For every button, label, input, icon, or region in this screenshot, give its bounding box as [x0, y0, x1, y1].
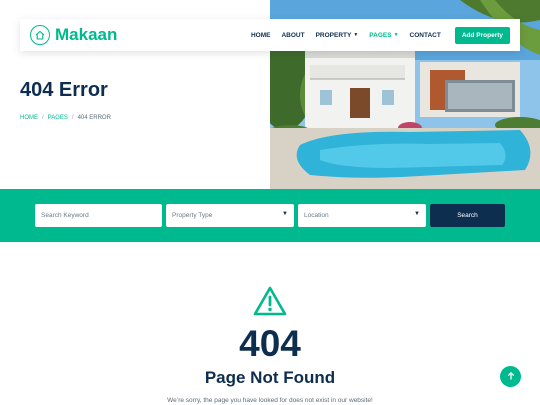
nav-item-label: HOME [250, 31, 271, 39]
page-title: 404 Error [20, 79, 108, 101]
add-property-button[interactable]: Add Property [454, 26, 510, 44]
page-header: Makaan HOME ABOUT PROPERTY ▼ PAGES ▼ CON… [0, 0, 540, 189]
error-title: Page Not Found [204, 368, 336, 387]
nav-item-label: CONTACT [409, 31, 441, 39]
breadcrumb-separator: / [42, 115, 44, 121]
chevron-down-icon: ▼ [393, 32, 399, 38]
chevron-down-icon: ▼ [353, 32, 359, 38]
property-type-select[interactable]: Property Type ▼ [166, 204, 294, 227]
brand-logo[interactable]: Makaan [30, 25, 117, 45]
error-code: 404 [239, 323, 301, 364]
location-select[interactable]: Location ▼ [298, 204, 426, 227]
nav-item-label: ABOUT [281, 31, 305, 39]
search-bar: Search Keyword Property Type ▼ Location … [0, 189, 540, 242]
breadcrumb: HOME / PAGES / 404 ERROR [20, 115, 111, 121]
error-message: We’re sorry, the page you have looked fo… [167, 397, 373, 404]
nav-item-pages[interactable]: PAGES ▼ [369, 32, 398, 39]
search-keyword-input[interactable]: Search Keyword [35, 204, 162, 227]
chevron-down-icon: ▼ [282, 211, 288, 217]
nav-item-contact[interactable]: CONTACT [410, 32, 441, 39]
back-to-top-button[interactable] [500, 366, 521, 387]
chevron-down-icon: ▼ [414, 211, 420, 217]
search-button[interactable]: Search [430, 204, 505, 227]
navbar: Makaan HOME ABOUT PROPERTY ▼ PAGES ▼ CON… [20, 19, 520, 51]
breadcrumb-current: 404 ERROR [77, 115, 111, 121]
nav-item-property[interactable]: PROPERTY ▼ [316, 32, 359, 39]
breadcrumb-home-link[interactable]: HOME [20, 115, 38, 121]
location-value: Location [304, 212, 329, 219]
house-icon [30, 25, 50, 45]
nav-item-about[interactable]: ABOUT [281, 32, 304, 39]
nav-item-label: PAGES [369, 31, 392, 39]
breadcrumb-pages-link[interactable]: PAGES [48, 115, 68, 121]
nav-item-home[interactable]: HOME [251, 32, 271, 39]
arrow-up-icon [506, 368, 516, 386]
property-type-value: Property Type [172, 212, 213, 219]
brand-name: Makaan [55, 25, 118, 44]
nav-item-label: PROPERTY [315, 31, 352, 39]
warning-triangle-icon [252, 285, 288, 317]
breadcrumb-separator: / [71, 115, 74, 121]
search-keyword-placeholder: Search Keyword [41, 212, 89, 219]
main-menu: HOME ABOUT PROPERTY ▼ PAGES ▼ CONTACT Ad… [240, 26, 510, 44]
